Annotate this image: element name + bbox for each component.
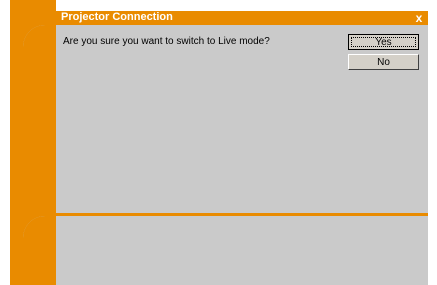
message-panel-accent bbox=[23, 25, 56, 213]
status-panel-accent bbox=[23, 216, 56, 285]
projector-connection-dialog: Projector Connection x Are you sure you … bbox=[0, 0, 437, 285]
yes-button[interactable]: Yes bbox=[348, 34, 419, 50]
close-icon[interactable]: x bbox=[412, 11, 426, 25]
title-bar[interactable]: Projector Connection x bbox=[0, 0, 437, 25]
no-button[interactable]: No bbox=[348, 54, 419, 70]
dialog-title: Projector Connection bbox=[61, 11, 173, 23]
status-panel bbox=[23, 216, 428, 285]
confirmation-message: Are you sure you want to switch to Live … bbox=[63, 36, 270, 47]
